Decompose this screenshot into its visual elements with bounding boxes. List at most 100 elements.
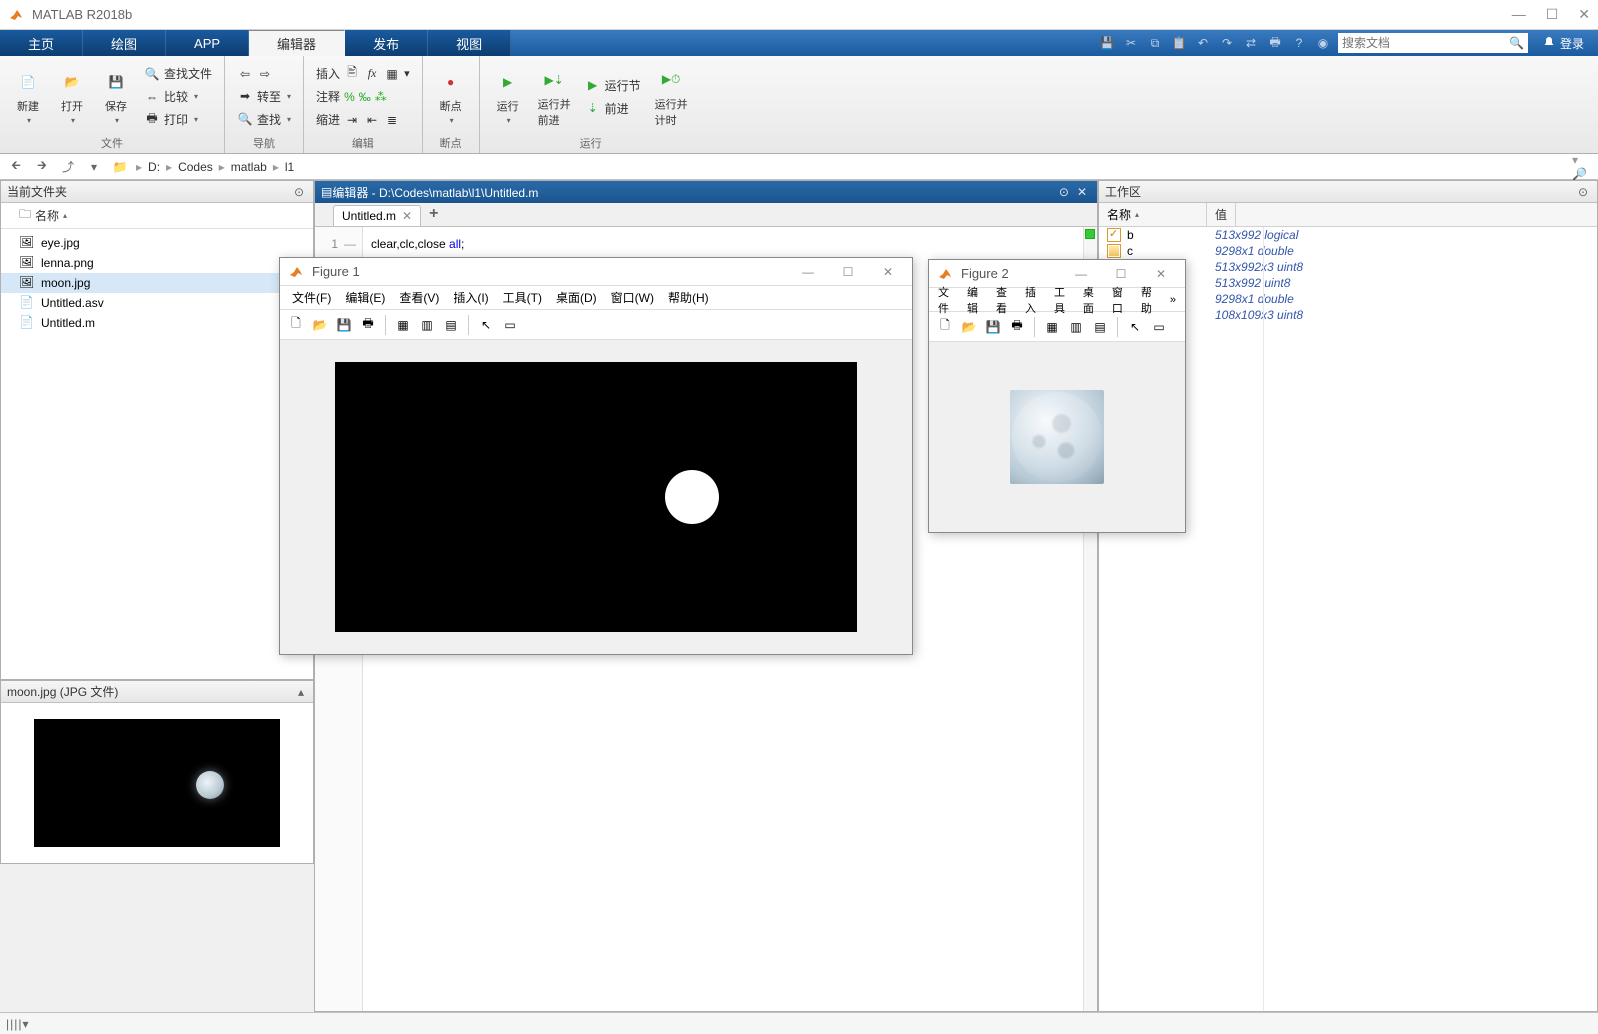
figmenu-item[interactable]: 工具(T) bbox=[497, 287, 548, 308]
ribbon-tab-2[interactable]: APP bbox=[166, 30, 249, 56]
figmenu-item[interactable]: 插入(I) bbox=[447, 287, 494, 308]
breakpoint-button[interactable]: ●断点 bbox=[431, 64, 471, 129]
save-fig-icon[interactable]: 💾 bbox=[334, 315, 354, 335]
editor-max[interactable]: ⊙ bbox=[1055, 185, 1073, 199]
fig1-close[interactable]: ✕ bbox=[872, 265, 904, 279]
figmenu-item[interactable]: 桌面(D) bbox=[550, 287, 603, 308]
runsection-button[interactable]: ▶运行节 bbox=[581, 75, 645, 96]
tab-close-icon[interactable]: ✕ bbox=[402, 209, 412, 223]
maximize-button[interactable]: ☐ bbox=[1546, 6, 1559, 23]
new-button[interactable]: 📄新建 bbox=[8, 64, 48, 129]
nav-history[interactable]: ▾ bbox=[84, 157, 104, 177]
pointer-icon[interactable]: ↖ bbox=[476, 315, 496, 335]
goto-button[interactable]: ➡转至 bbox=[233, 86, 295, 107]
nav-up[interactable]: ⤴ bbox=[58, 157, 78, 177]
open-fig-icon[interactable]: 📂 bbox=[310, 315, 330, 335]
indent-button[interactable]: 缩进 ⇥ ⇤ ≣ bbox=[312, 109, 414, 130]
print-button[interactable]: 🖶打印 bbox=[140, 109, 216, 130]
comment-button[interactable]: 注释 % ‰ ⁂ bbox=[312, 86, 414, 107]
crumb-drive[interactable]: D: bbox=[148, 160, 160, 174]
figmenu-item[interactable]: 文件(F) bbox=[286, 287, 337, 308]
insert-leg-icon[interactable]: ▤ bbox=[1090, 317, 1110, 337]
undo-icon[interactable]: ↶ bbox=[1194, 34, 1212, 52]
fig2-min[interactable]: — bbox=[1065, 267, 1097, 281]
ws-col-value[interactable]: 值 bbox=[1207, 203, 1236, 226]
advance-button[interactable]: ⇣前进 bbox=[581, 98, 645, 119]
find-button[interactable]: 🔍查找 bbox=[233, 109, 295, 130]
figmenu-item[interactable]: 查看 bbox=[993, 282, 1020, 318]
crumb-0[interactable]: Codes bbox=[178, 160, 213, 174]
copy-icon[interactable]: ⧉ bbox=[1146, 34, 1164, 52]
figmenu-item[interactable]: 编辑 bbox=[964, 282, 991, 318]
file-item[interactable]: 🖼eye.jpg bbox=[1, 233, 313, 253]
ws-row[interactable]: b513x992 logical bbox=[1099, 227, 1597, 243]
datacursor-icon[interactable]: ▭ bbox=[500, 315, 520, 335]
login-area[interactable]: 登录 bbox=[1534, 35, 1592, 52]
figmenu-item[interactable]: 文件 bbox=[935, 282, 962, 318]
pointer-icon[interactable]: ↖ bbox=[1125, 317, 1145, 337]
ws-col-name[interactable]: 名称 bbox=[1099, 203, 1207, 226]
editor-close[interactable]: ✕ bbox=[1073, 185, 1091, 199]
edit-plot-icon[interactable]: ▦ bbox=[1042, 317, 1062, 337]
file-item[interactable]: 🖼lenna.png bbox=[1, 253, 313, 273]
edit-plot-icon[interactable]: ▦ bbox=[393, 315, 413, 335]
panel-menu[interactable]: ⊙ bbox=[291, 185, 307, 199]
figure-2-window[interactable]: Figure 2 — ☐ ✕ 文件编辑查看插入工具桌面窗口帮助» 🗋 📂 💾 🖶… bbox=[928, 259, 1186, 533]
fig1-min[interactable]: — bbox=[792, 265, 824, 279]
cut-icon[interactable]: ✂ bbox=[1122, 34, 1140, 52]
findfiles-button[interactable]: 🔍查找文件 bbox=[140, 63, 216, 84]
ws-row[interactable]: c9298x1 double bbox=[1099, 243, 1597, 259]
figmenu-item[interactable]: 窗口(W) bbox=[605, 287, 660, 308]
ws-menu[interactable]: ⊙ bbox=[1575, 185, 1591, 199]
help-icon[interactable]: ? bbox=[1290, 34, 1308, 52]
nav-back[interactable]: 🡰 bbox=[6, 157, 26, 177]
search-icon[interactable]: 🔍 bbox=[1509, 36, 1524, 50]
crumb-1[interactable]: matlab bbox=[231, 160, 267, 174]
search-docs[interactable]: 🔍 bbox=[1338, 33, 1528, 53]
fig2-max[interactable]: ☐ bbox=[1105, 267, 1137, 281]
print-icon[interactable]: 🖶 bbox=[1266, 34, 1284, 52]
fig2-close[interactable]: ✕ bbox=[1145, 267, 1177, 281]
new-fig-icon[interactable]: 🗋 bbox=[935, 317, 955, 337]
figmenu-item[interactable]: 帮助 bbox=[1138, 282, 1165, 318]
compare-button[interactable]: ⇔比较 bbox=[140, 86, 216, 107]
insert-cb-icon[interactable]: ▥ bbox=[417, 315, 437, 335]
print-fig-icon[interactable]: 🖶 bbox=[358, 315, 378, 335]
save-button[interactable]: 💾保存 bbox=[96, 64, 136, 129]
editor-tab[interactable]: Untitled.m✕ bbox=[333, 205, 421, 226]
file-item[interactable]: 📄Untitled.m bbox=[1, 313, 313, 333]
file-item[interactable]: 📄Untitled.asv bbox=[1, 293, 313, 313]
fig1-max[interactable]: ☐ bbox=[832, 265, 864, 279]
addr-dd[interactable]: ▾ 🔎 bbox=[1572, 157, 1592, 177]
ribbon-tab-1[interactable]: 绘图 bbox=[83, 30, 166, 56]
add-tab-button[interactable]: + bbox=[421, 202, 446, 226]
win-help-icon[interactable]: ◉ bbox=[1314, 34, 1332, 52]
new-fig-icon[interactable]: 🗋 bbox=[286, 315, 306, 335]
run-time-button[interactable]: ▶⏱运行并 计时 bbox=[649, 62, 694, 132]
figure-1-window[interactable]: Figure 1 — ☐ ✕ 文件(F)编辑(E)查看(V)插入(I)工具(T)… bbox=[279, 257, 913, 655]
nav-back-button[interactable]: ⇦⇨ bbox=[233, 64, 295, 84]
menu-overflow-icon[interactable]: » bbox=[1167, 292, 1179, 308]
preview-collapse[interactable]: ▴ bbox=[295, 685, 307, 699]
ribbon-tab-5[interactable]: 视图 bbox=[428, 30, 511, 56]
switch-icon[interactable]: ⇄ bbox=[1242, 34, 1260, 52]
figmenu-item[interactable]: 窗口 bbox=[1109, 282, 1136, 318]
figmenu-item[interactable]: 插入 bbox=[1022, 282, 1049, 318]
run-button[interactable]: ▶运行 bbox=[488, 64, 528, 129]
nav-fwd[interactable]: 🡲 bbox=[32, 157, 52, 177]
open-fig-icon[interactable]: 📂 bbox=[959, 317, 979, 337]
figmenu-item[interactable]: 工具 bbox=[1051, 282, 1078, 318]
run-advance-button[interactable]: ▶⇣运行并 前进 bbox=[532, 62, 577, 132]
datacursor-icon[interactable]: ▭ bbox=[1149, 317, 1169, 337]
figmenu-item[interactable]: 编辑(E) bbox=[339, 287, 391, 308]
save-icon[interactable]: 💾 bbox=[1098, 34, 1116, 52]
insert-leg-icon[interactable]: ▤ bbox=[441, 315, 461, 335]
ribbon-tab-4[interactable]: 发布 bbox=[345, 30, 428, 56]
save-fig-icon[interactable]: 💾 bbox=[983, 317, 1003, 337]
close-button[interactable]: ✕ bbox=[1578, 6, 1590, 23]
folder-icon[interactable]: 📁 bbox=[110, 157, 130, 177]
figmenu-item[interactable]: 桌面 bbox=[1080, 282, 1107, 318]
print-fig-icon[interactable]: 🖶 bbox=[1007, 317, 1027, 337]
redo-icon[interactable]: ↷ bbox=[1218, 34, 1236, 52]
insert-button[interactable]: 插入 🖹 fx ▦ ▾ bbox=[312, 63, 414, 84]
